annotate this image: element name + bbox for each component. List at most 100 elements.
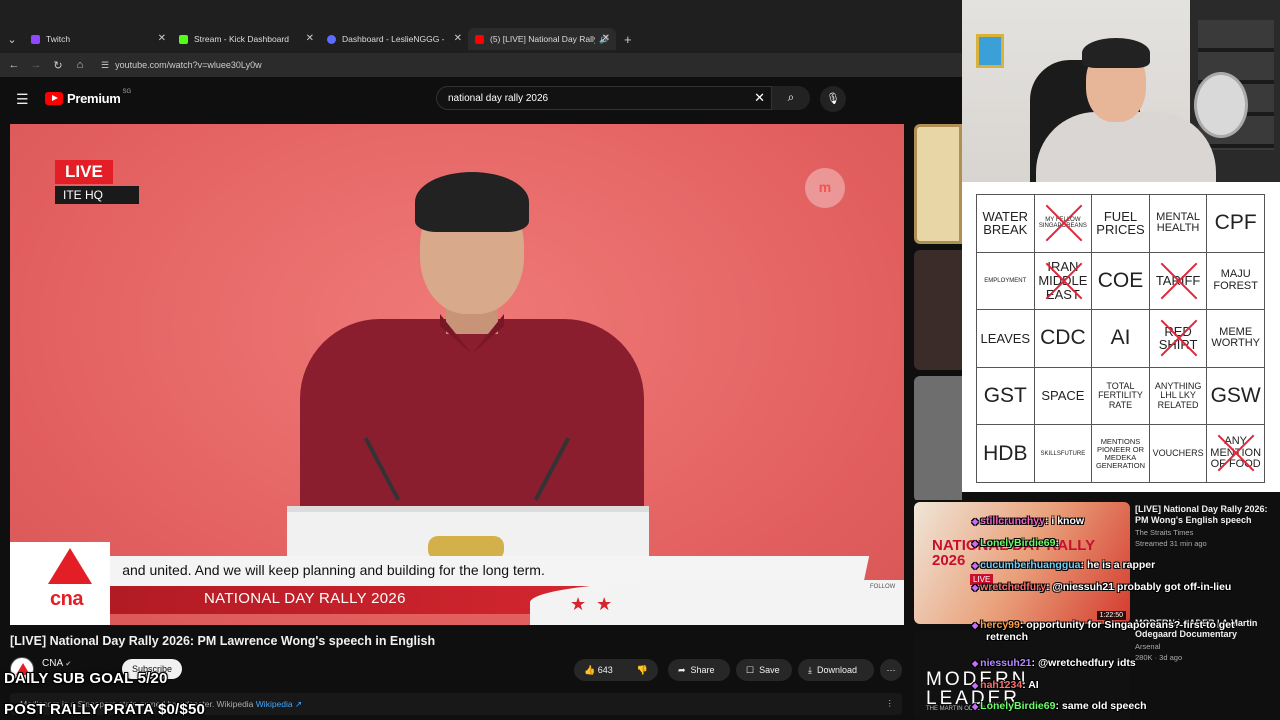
twitch-icon [31, 34, 40, 44]
tab-twitch[interactable]: Twitch ✕ [24, 28, 172, 50]
chat-text: he is a rapper [1086, 559, 1156, 571]
tab-title: Dashboard - LeslieNGGG - Syn [342, 34, 447, 44]
search-input[interactable]: national day rally 2026 ✕ [436, 86, 772, 110]
tab-title: Stream - Kick Dashboard [194, 34, 289, 44]
cna-logo-text: cna [50, 588, 83, 610]
forward-icon[interactable]: → [25, 59, 47, 71]
tab-list-dropdown[interactable]: ⌄ [0, 33, 24, 46]
clear-search-icon[interactable]: ✕ [754, 90, 765, 106]
thumbs-up-icon: 👍 [584, 664, 596, 675]
chat-username[interactable]: nah1234 [980, 679, 1022, 691]
chat-message: ◆ stillcrunchyy: i know [972, 515, 1085, 527]
bingo-row: EMPLOYMENT IRAN MIDDLE EAST COE TARIFF MAJU … [976, 251, 1265, 311]
prata-goal-overlay: POST RALLY PRATA $0/$50 [4, 701, 206, 718]
bingo-row: WATER BREAK MY FELLOW SINGAPOREANS FUEL PR… [976, 194, 1265, 253]
chat-username[interactable]: hercy99 [980, 619, 1020, 631]
close-icon[interactable]: ✕ [602, 33, 610, 44]
reload-icon[interactable]: ↻ [47, 59, 69, 72]
wall-picture [976, 34, 1004, 68]
chat-badge-icon: ◆ [972, 517, 979, 526]
recommended-title: [LIVE] National Day Rally 2026: PM Wong'… [1135, 504, 1268, 525]
chat-badge-icon: ◆ [972, 561, 979, 570]
more-icon: ⋯ [886, 664, 896, 675]
chat-message: ◆ LonelyBirdie69: same old speech [972, 700, 1147, 712]
bingo-grid: WATER BREAK MY FELLOW SINGAPOREANS FUEL PR… [976, 194, 1265, 483]
bookmark-icon: ☐ [746, 664, 755, 675]
chat-badge-icon: ◆ [972, 583, 979, 592]
youtube-play-icon [45, 92, 63, 105]
download-button[interactable]: ⤓ Download [798, 659, 874, 681]
chat-message: ◆ niessuh21: @wretchedfury idts [972, 657, 1136, 669]
chat-text: i know [1051, 515, 1085, 527]
close-icon[interactable]: ✕ [306, 33, 314, 44]
download-icon: ⤓ [808, 664, 812, 675]
region-code: SG [122, 88, 132, 95]
chat-message: ◆ hercy99: opportunity for Singaporeans? … [972, 619, 1276, 643]
recommended-meta: 280K · 3d ago [1135, 652, 1183, 662]
tab-youtube[interactable]: (5) [LIVE] National Day Rally 🔊 ✕ [468, 28, 616, 50]
chat-username[interactable]: niessuh21 [980, 657, 1031, 669]
bingo-cell: GST [976, 366, 1035, 426]
close-icon[interactable]: ✕ [454, 33, 462, 44]
chat-username[interactable]: cucumberhuanggua [980, 559, 1080, 571]
address-field[interactable]: ☰ youtube.com/watch?v=wluee30Ly0w [101, 60, 262, 71]
site-info-icon[interactable]: ☰ [101, 60, 109, 71]
tab-kick[interactable]: Stream - Kick Dashboard ✕ [172, 28, 320, 50]
dislike-button[interactable]: 👎 [637, 665, 648, 676]
chat-message: ◆ nah1234: AI [972, 679, 1039, 691]
wikipedia-link[interactable]: Wikipedia ↗ [256, 699, 302, 709]
chat-badge-icon: ◆ [972, 621, 979, 630]
bingo-cell: MENTIONS PIONEER OR MEDEKA GENERATION [1091, 424, 1150, 483]
menu-icon[interactable]: ☰ [16, 91, 29, 108]
search-query: national day rally 2026 [448, 93, 549, 104]
bingo-cell: LEAVES [976, 309, 1035, 368]
share-button[interactable]: ➦ Share [668, 659, 730, 681]
like-button[interactable]: 👍 643 [584, 665, 613, 676]
more-actions-button[interactable]: ⋯ [880, 659, 902, 681]
tab-dashboard[interactable]: Dashboard - LeslieNGGG - Syn ✕ [320, 28, 468, 50]
close-icon[interactable]: ✕ [158, 33, 166, 44]
bingo-cell: COE [1091, 251, 1150, 311]
bingo-card: WATER BREAK MY FELLOW SINGAPOREANS FUEL PR… [962, 182, 1280, 492]
chat-message: ◆ cucumberhuanggua: he is a rapper [972, 559, 1156, 571]
bingo-cell: CPF [1206, 194, 1265, 253]
chat-username[interactable]: wretchedfury [980, 581, 1046, 593]
live-label: LIVE [55, 160, 113, 184]
youtube-icon [475, 34, 484, 44]
cna-logo: cna [10, 542, 110, 625]
flag-stars: ★★ [570, 594, 623, 614]
search-button[interactable]: ⌕ [772, 86, 810, 110]
bingo-cell: FUEL PRICES [1091, 194, 1150, 253]
chat-text: @niessuh21 probably got off-in-lieu [1052, 581, 1232, 593]
bingo-row: HDB SKILLSFUTURE MENTIONS PIONEER OR MEDEK… [976, 424, 1265, 483]
youtube-logo[interactable]: Premium SG [45, 88, 132, 106]
voice-search-button[interactable]: 🎙 [820, 86, 846, 112]
channel-name[interactable]: CNA ✔ [42, 658, 71, 669]
save-button[interactable]: ☐ Save [736, 659, 792, 681]
recommended-channel: The Straits Times [1135, 527, 1194, 537]
chat-username[interactable]: LonelyBirdie69 [980, 700, 1055, 712]
like-dislike-group: 👍 643 👎 [574, 659, 658, 681]
youtube-header: ☰ Premium SG national day rally 2026 ✕ ⌕… [0, 77, 962, 121]
chat-message: ◆ wretchedfury: @niessuh21 probably got o… [972, 581, 1276, 593]
recommended-info[interactable]: [LIVE] National Day Rally 2026: PM Wong'… [1135, 504, 1275, 548]
bingo-cell: TOTAL FERTILITY RATE [1091, 366, 1150, 426]
video-player[interactable]: m LIVE ITE HQ and united. And we will ke… [10, 124, 904, 625]
chat-username[interactable]: LonelyBirdie69 [980, 537, 1055, 549]
related-thumbnail[interactable] [914, 124, 962, 244]
bingo-cell-marked: ANY MENTION OF FOOD [1206, 424, 1265, 483]
home-icon[interactable]: ⌂ [69, 59, 91, 71]
related-thumbnail[interactable] [914, 376, 962, 502]
chat-text: same old speech [1061, 700, 1147, 712]
bingo-cell-marked: TARIFF [1148, 251, 1208, 311]
new-tab-button[interactable]: + [624, 32, 632, 47]
speaker-figure [300, 164, 644, 559]
chat-badge-icon: ◆ [972, 681, 979, 690]
bingo-cell: SKILLSFUTURE [1033, 424, 1093, 483]
bingo-cell: HDB [976, 424, 1035, 483]
chat-username[interactable]: stillcrunchyy [980, 515, 1045, 527]
more-vertical-icon[interactable]: ⋮ [886, 698, 895, 709]
back-icon[interactable]: ← [3, 59, 25, 71]
related-thumbnail[interactable] [914, 250, 962, 370]
location-label: ITE HQ [55, 186, 139, 204]
